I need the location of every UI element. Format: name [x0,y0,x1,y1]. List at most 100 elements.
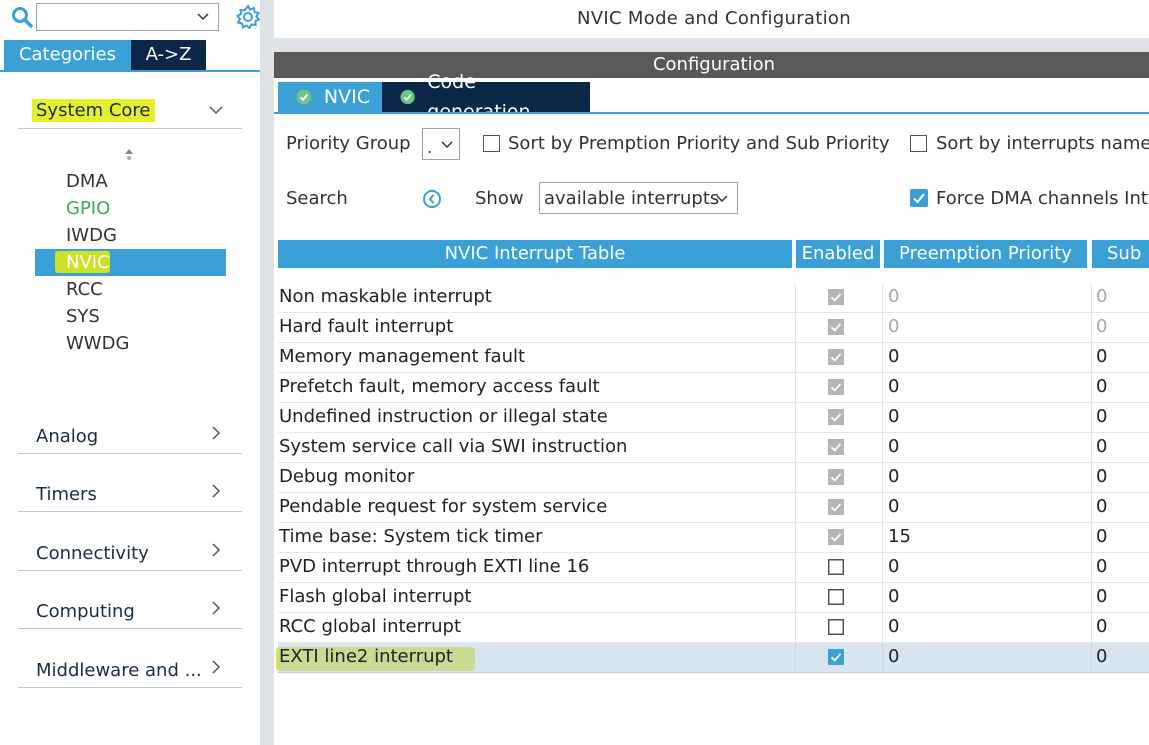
group-connectivity[interactable]: Connectivity [18,531,242,571]
tab-nvic[interactable]: NVIC [278,82,382,112]
table-row[interactable]: Time base: System tick timer 15 0 [278,523,1149,553]
group-label: System Core [32,99,155,122]
force-dma-label: Force DMA channels Interrupts [936,188,1149,209]
group-label: Computing [36,601,135,622]
chevron-down-icon [197,13,209,21]
table-row[interactable]: EXTI line2 interrupt 0 0 [278,643,1149,673]
enabled-checkbox-checked[interactable] [828,649,844,665]
interrupt-name: Time base: System tick timer [279,526,543,547]
table-row[interactable]: System service call via SWI instruction 0… [278,433,1149,463]
sub-priority-value[interactable]: 0 [1096,406,1107,427]
preemption-priority-value: 0 [888,316,900,337]
header-sub-priority[interactable]: Sub [1092,240,1149,268]
check-circle-icon [400,89,415,105]
sub-priority-value[interactable]: 0 [1096,586,1107,607]
sort-preemption-label: Sort by Premption Priority and Sub Prior… [508,133,890,154]
table-row[interactable]: Debug monitor 0 0 [278,463,1149,493]
table-row[interactable]: Memory management fault 0 0 [278,343,1149,373]
tab-a-z[interactable]: A->Z [131,40,206,70]
tab-underline [274,112,1149,114]
sidebar-item-rcc[interactable]: RCC [66,277,103,303]
enabled-checkbox[interactable] [828,619,844,635]
preemption-priority-value[interactable]: 0 [888,646,899,667]
table-row[interactable]: Flash global interrupt 0 0 [278,583,1149,613]
sub-priority-value[interactable]: 0 [1096,346,1107,367]
chevron-right-icon [212,484,221,498]
sub-priority-value[interactable]: 0 [1096,466,1107,487]
chevron-right-icon [212,601,221,615]
tab-code-generation[interactable]: Code generation [382,71,590,123]
sub-priority-value: 0 [1096,316,1108,337]
header-enabled[interactable]: Enabled [796,240,880,268]
sub-priority-value[interactable]: 0 [1096,436,1107,457]
group-analog[interactable]: Analog [18,414,242,454]
chevron-right-icon [212,660,221,674]
preemption-priority-value[interactable]: 0 [888,586,899,607]
show-value: available interrupts [544,188,720,209]
search-icon[interactable] [10,5,34,29]
interrupt-name: Prefetch fault, memory access fault [279,376,600,397]
header-preemption-priority[interactable]: Preemption Priority [884,240,1087,268]
sub-priority-value[interactable]: 0 [1096,376,1107,397]
preemption-priority-value[interactable]: 0 [888,436,899,457]
interrupt-name: Memory management fault [279,346,526,367]
enabled-checkbox[interactable] [828,589,844,605]
interrupt-name: Non maskable interrupt [279,286,492,307]
preemption-priority-value[interactable]: 0 [888,406,899,427]
group-label: Timers [36,484,97,505]
enabled-checkbox-checked [828,409,844,425]
group-timers[interactable]: Timers [18,472,242,512]
sub-priority-value[interactable]: 0 [1096,616,1107,637]
sort-preemption-checkbox[interactable] [483,135,500,152]
sidebar-item-dma[interactable]: DMA [66,169,108,195]
sub-priority-value[interactable]: 0 [1096,526,1107,547]
sort-names-checkbox[interactable] [910,135,927,152]
header-interrupt-table[interactable]: NVIC Interrupt Table [278,240,792,268]
preemption-priority-value[interactable]: 0 [888,376,899,397]
table-row[interactable]: PVD interrupt through EXTI line 16 0 0 [278,553,1149,583]
table-row[interactable]: Undefined instruction or illegal state 0 0 [278,403,1149,433]
priority-group-select[interactable]: . [422,128,460,160]
enabled-checkbox[interactable] [828,559,844,575]
sidebar-item-nvic[interactable]: NVIC [66,250,110,276]
interrupt-name: System service call via SWI instruction [279,436,628,457]
group-middleware[interactable]: Middleware and ... [18,648,242,688]
table-row[interactable]: Pendable request for system service 0 0 [278,493,1149,523]
preemption-priority-value[interactable]: 15 [888,526,911,547]
preemption-priority-value[interactable]: 0 [888,556,899,577]
check-icon [913,193,925,204]
table-row[interactable]: Non maskable interrupt 0 0 [278,283,1149,313]
sidebar-item-gpio[interactable]: GPIO [66,196,110,222]
force-dma-checkbox[interactable] [910,189,928,207]
preemption-priority-value[interactable]: 0 [888,466,899,487]
priority-group-label: Priority Group [286,133,411,154]
divider [274,38,1149,52]
sub-priority-value[interactable]: 0 [1096,496,1107,517]
tab-categories[interactable]: Categories [4,40,131,70]
table-row[interactable]: RCC global interrupt 0 0 [278,613,1149,643]
table-row[interactable]: Prefetch fault, memory access fault 0 0 [278,373,1149,403]
sidebar-item-iwdg[interactable]: IWDG [66,223,117,249]
pane-splitter[interactable] [260,0,274,745]
enabled-checkbox-checked [828,529,844,545]
sub-priority-value: 0 [1096,286,1108,307]
search-combo[interactable] [36,3,219,31]
preemption-priority-value[interactable]: 0 [888,616,899,637]
preemption-priority-value[interactable]: 0 [888,346,899,367]
enabled-checkbox-checked [828,439,844,455]
sub-priority-value[interactable]: 0 [1096,646,1107,667]
search-label: Search [286,188,348,209]
sub-priority-value[interactable]: 0 [1096,556,1107,577]
show-select[interactable]: available interrupts [539,182,738,214]
preemption-priority-value[interactable]: 0 [888,496,899,517]
gear-icon[interactable] [234,3,262,31]
tab-label: Code generation [427,71,531,123]
interrupt-name: Pendable request for system service [279,496,608,517]
group-system-core[interactable]: System Core [18,89,242,129]
sidebar-item-wwdg[interactable]: WWDG [66,331,129,357]
refresh-icon[interactable] [422,189,442,209]
table-row[interactable]: Hard fault interrupt 0 0 [278,313,1149,343]
sidebar-item-sys[interactable]: SYS [66,304,100,330]
scroll-up-icon[interactable] [123,147,135,161]
group-computing[interactable]: Computing [18,589,242,629]
